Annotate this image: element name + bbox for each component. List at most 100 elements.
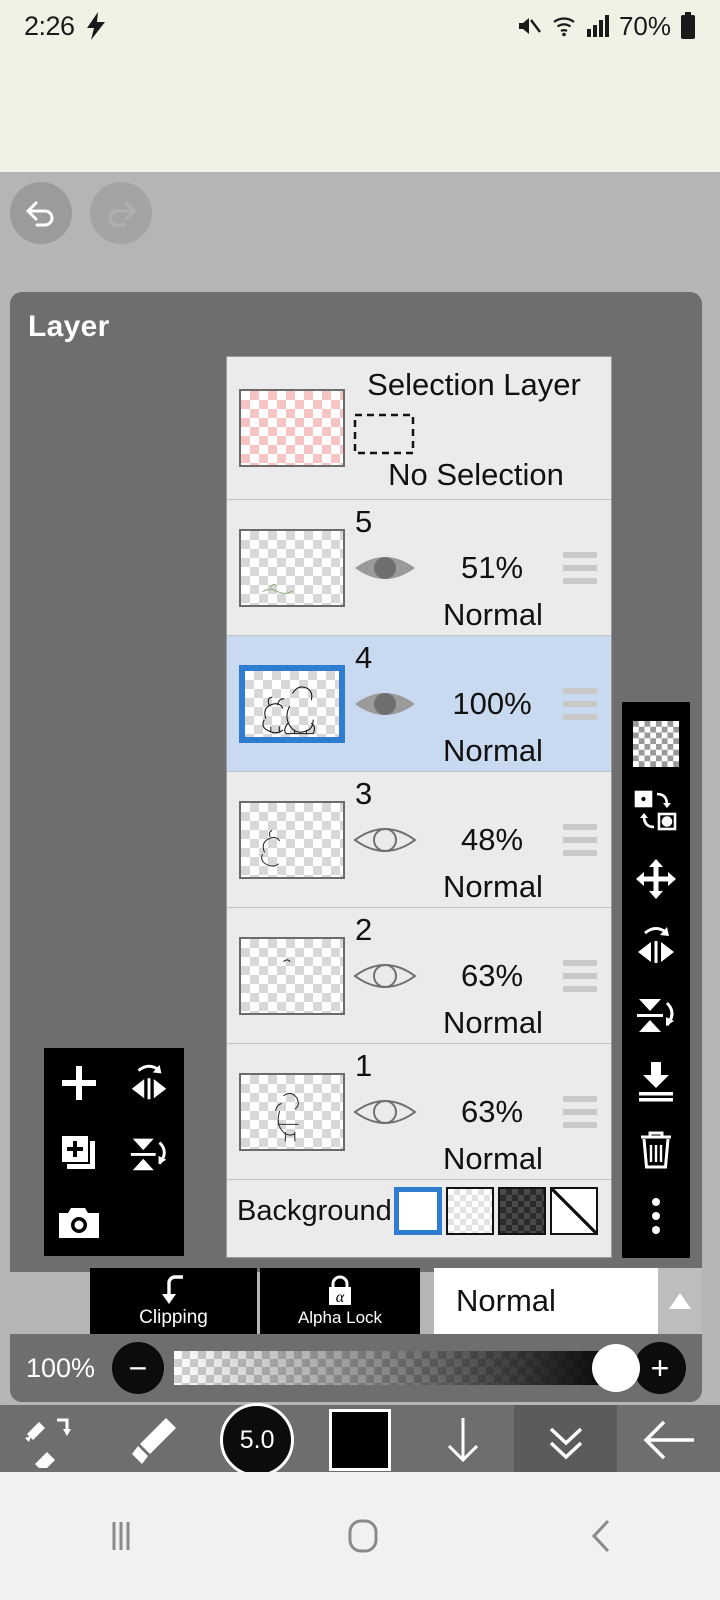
background-swatch-none[interactable]: [549, 1187, 598, 1235]
flip-vertical-icon[interactable]: [630, 986, 682, 1042]
add-layer-icon: [58, 1062, 100, 1104]
background-swatch-light-checker[interactable]: [445, 1187, 494, 1235]
redo-icon: [103, 195, 139, 231]
merge-down-icon[interactable]: [630, 1053, 682, 1109]
delete-layer-icon[interactable]: [630, 1121, 682, 1177]
layer-number: 3: [355, 776, 373, 811]
layer-drag-handle[interactable]: [563, 823, 597, 856]
background-swatch-dark-checker[interactable]: [497, 1187, 546, 1235]
layer-thumbnail[interactable]: [239, 800, 345, 879]
flip-vertical-button[interactable]: [114, 1118, 184, 1188]
background-row[interactable]: Background: [227, 1180, 611, 1242]
transparency-checker-icon[interactable]: [630, 716, 682, 772]
layer-opacity[interactable]: 63%: [417, 958, 567, 994]
duplicate-layer-button[interactable]: [44, 1118, 114, 1188]
brush-size-button[interactable]: 5.0: [206, 1403, 309, 1477]
layer-row[interactable]: 1 63% Normal: [227, 1044, 611, 1180]
layer-blend-mode[interactable]: Normal: [403, 1005, 583, 1041]
brush-button[interactable]: [103, 1405, 206, 1475]
blend-mode-select[interactable]: Normal: [434, 1268, 658, 1334]
swap-layers-icon[interactable]: [630, 783, 682, 839]
layer-blend-mode[interactable]: Normal: [403, 1141, 583, 1177]
brush-icon: [126, 1412, 182, 1468]
opacity-slider-knob[interactable]: [592, 1344, 640, 1392]
move-layer-icon[interactable]: [630, 851, 682, 907]
cellular-signal-icon: [586, 14, 610, 38]
back-button[interactable]: [617, 1405, 720, 1475]
layer-thumbnail[interactable]: [239, 1072, 345, 1151]
camera-import-button[interactable]: [44, 1188, 114, 1258]
layer-visibility-toggle[interactable]: [353, 1092, 417, 1132]
back-icon[interactable]: [585, 1515, 619, 1557]
battery-percent-label: 70%: [618, 10, 671, 41]
color-swatch-icon[interactable]: [329, 1409, 391, 1471]
brush-eraser-switch-icon: [23, 1412, 79, 1468]
mute-icon: [516, 13, 542, 39]
collapse-button[interactable]: [514, 1405, 618, 1475]
download-arrow-icon: [435, 1412, 491, 1468]
color-button[interactable]: [309, 1405, 412, 1475]
background-swatch-white[interactable]: [393, 1187, 442, 1235]
download-button[interactable]: [411, 1405, 514, 1475]
layer-drag-handle[interactable]: [563, 1095, 597, 1128]
add-layer-button[interactable]: [44, 1048, 114, 1118]
layer-opacity[interactable]: 63%: [417, 1094, 567, 1130]
alpha-lock-button[interactable]: α Alpha Lock: [260, 1268, 420, 1334]
duplicate-layer-icon: [57, 1131, 101, 1175]
selection-layer-row[interactable]: Selection Layer No Selection: [227, 357, 611, 500]
battery-icon: [680, 12, 696, 40]
lightning-bolt-icon: [85, 12, 107, 40]
layer-thumbnail[interactable]: [239, 664, 345, 743]
layer-opacity[interactable]: 100%: [417, 686, 567, 722]
brush-eraser-switch-button[interactable]: [0, 1405, 103, 1475]
flip-horizontal-icon[interactable]: [630, 918, 682, 974]
layer-drag-handle[interactable]: [563, 687, 597, 720]
layer-row[interactable]: 5 51% Normal: [227, 500, 611, 636]
layer-row[interactable]: 2 63% Normal: [227, 908, 611, 1044]
layer-row[interactable]: 4 100% Normal: [227, 636, 611, 772]
alpha-lock-label: Alpha Lock: [297, 1307, 383, 1327]
layer-drag-handle[interactable]: [563, 959, 597, 992]
layer-number: 5: [355, 504, 373, 539]
layer-drag-handle[interactable]: [563, 551, 597, 584]
blend-mode-value: Normal: [456, 1283, 556, 1318]
opacity-slider-track[interactable]: [174, 1344, 640, 1392]
layer-blend-mode[interactable]: Normal: [403, 733, 583, 769]
layer-blend-mode[interactable]: Normal: [403, 597, 583, 633]
layer-blend-mode[interactable]: Normal: [403, 869, 583, 905]
recents-icon[interactable]: [101, 1518, 141, 1554]
layer-visibility-toggle[interactable]: [353, 956, 417, 996]
opacity-slider-bar: 100% − +: [10, 1334, 702, 1402]
clipping-arrow-icon: [157, 1274, 191, 1306]
blend-mode-expand-button[interactable]: [658, 1268, 702, 1334]
more-options-icon[interactable]: [630, 1188, 682, 1244]
undo-button[interactable]: [10, 182, 72, 244]
layer-opacity[interactable]: 48%: [417, 822, 567, 858]
layer-visibility-toggle[interactable]: [353, 684, 417, 724]
layer-thumbnail[interactable]: [239, 936, 345, 1015]
undo-redo-group: [10, 182, 152, 244]
background-swatches: [393, 1187, 602, 1235]
layer-list[interactable]: Selection Layer No Selection 5 51% Norma…: [226, 356, 612, 1258]
redo-button[interactable]: [90, 182, 152, 244]
layer-opacity[interactable]: 51%: [417, 550, 567, 586]
svg-text:α: α: [336, 1289, 345, 1306]
back-arrow-icon: [640, 1415, 698, 1465]
layer-visibility-toggle[interactable]: [353, 548, 417, 588]
camera-import-icon: [57, 1205, 101, 1241]
opacity-increase-button[interactable]: +: [634, 1342, 686, 1394]
layer-thumbnail[interactable]: [239, 528, 345, 607]
flip-horizontal-button[interactable]: [114, 1048, 184, 1118]
clipping-button[interactable]: Clipping: [90, 1268, 257, 1334]
selection-layer-thumbnail[interactable]: [239, 389, 345, 467]
android-navigation-bar: [0, 1472, 720, 1600]
opacity-decrease-button[interactable]: −: [112, 1342, 164, 1394]
triangle-up-icon: [667, 1291, 693, 1311]
selection-status-label: No Selection: [388, 457, 564, 492]
layer-visibility-toggle[interactable]: [353, 820, 417, 860]
home-icon[interactable]: [342, 1515, 384, 1557]
layer-row[interactable]: 3 48% Normal: [227, 772, 611, 908]
collapse-chevrons-icon: [541, 1415, 591, 1465]
brush-size-indicator[interactable]: 5.0: [220, 1403, 295, 1477]
layer-quick-toolbar: [44, 1048, 184, 1256]
